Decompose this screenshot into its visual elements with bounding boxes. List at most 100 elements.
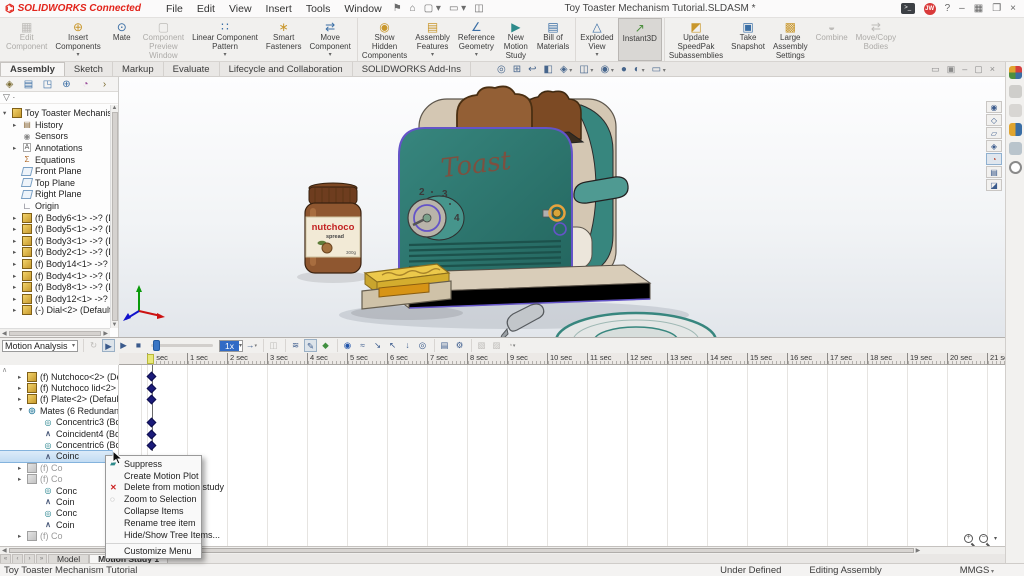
animation-wizard-button[interactable]: ≋: [285, 339, 302, 352]
command-tab[interactable]: Evaluate: [164, 62, 220, 76]
zoom-to-area-icon[interactable]: ⊞: [513, 64, 521, 75]
ribbon-button[interactable]: ▣ Take Snapshot: [727, 18, 769, 61]
ribbon-button[interactable]: ⇄ Move Component: [305, 18, 354, 61]
doc-min-icon[interactable]: –: [962, 64, 967, 74]
command-tab[interactable]: Markup: [113, 62, 164, 76]
ribbon-button[interactable]: ◒ Combine: [812, 18, 852, 61]
ribbon-button[interactable]: ▶ New Motion Study: [499, 18, 533, 61]
folder-icon[interactable]: ▱: [986, 127, 1002, 139]
dimxpert-tab-icon[interactable]: ⊕: [57, 79, 76, 90]
command-tab[interactable]: Lifecycle and Collaboration: [220, 62, 353, 76]
save-icon[interactable]: ◫: [474, 3, 483, 14]
tree-vertical-scrollbar[interactable]: ▲▼: [110, 105, 118, 328]
feature-tree-item[interactable]: ▸ (f) Body8<1> ->? (Default) <<D: [0, 281, 118, 293]
time-bar[interactable]: [147, 354, 154, 364]
expand-arrow-icon[interactable]: ▸: [17, 408, 25, 414]
graphics-viewport[interactable]: Toast 2 3 4: [119, 77, 1005, 337]
keyframe-diamond[interactable]: [147, 384, 157, 394]
timeline-canvas[interactable]: + − ▾: [119, 365, 1005, 546]
command-tab[interactable]: Sketch: [65, 62, 113, 76]
sim-results-button[interactable]: ◔: [505, 339, 518, 352]
nutchoco-jar[interactable]: nutchoco spread 300g: [305, 183, 361, 273]
playback-speed-slider[interactable]: [151, 344, 213, 347]
layout-button[interactable]: ▦: [974, 3, 983, 14]
threedexperience-icon[interactable]: [1009, 66, 1022, 79]
context-menu-item[interactable]: Customize Menu: [106, 543, 201, 557]
custom-properties-icon[interactable]: [1009, 142, 1022, 155]
menubar-item[interactable]: Tools: [306, 3, 331, 15]
motion-tree-row[interactable]: ▸ (f) Nutchoco lid<2> (Defau: [0, 382, 118, 393]
expand-arrow-icon[interactable]: ▸: [18, 384, 24, 392]
keyframe-diamond[interactable]: [147, 430, 157, 440]
lever-knob[interactable]: [553, 209, 561, 217]
feature-tree-item[interactable]: ▸ Origin: [0, 200, 118, 212]
study-properties-button[interactable]: ⚙: [453, 339, 466, 352]
feature-tree-item[interactable]: ▸ Right Plane: [0, 189, 118, 201]
ribbon-button[interactable]: ◩ Update SpeedPak Subassemblies: [664, 18, 727, 61]
slider-thumb[interactable]: [153, 340, 160, 351]
minimize-button[interactable]: –: [959, 3, 965, 14]
menubar-item[interactable]: Window: [344, 3, 381, 15]
keyframe-diamond[interactable]: [147, 372, 157, 382]
motion-tree-row[interactable]: ▸ Conc: [0, 485, 118, 496]
context-menu-item[interactable]: Create Motion Plot: [106, 470, 201, 482]
calculate-button[interactable]: ↻: [83, 339, 100, 352]
feature-tree-item[interactable]: ▸ (f) Body12<1> ->? (Default) <<: [0, 293, 118, 305]
panel-expand-icon[interactable]: ›: [95, 79, 114, 90]
menubar-item[interactable]: Insert: [266, 3, 292, 15]
propertymanager-tab-icon[interactable]: ▤: [19, 79, 38, 90]
ribbon-button[interactable]: ▢ Component Preview Window: [139, 18, 188, 61]
doc-restore-icon[interactable]: ▢: [974, 64, 983, 75]
gravity-button[interactable]: ↓: [401, 339, 414, 352]
motion-tree-row[interactable]: ▸ Mates (6 Redundancies): [0, 405, 118, 416]
zoom-to-fit-icon[interactable]: ◎: [497, 64, 506, 75]
close-button[interactable]: ×: [1010, 3, 1016, 14]
contact-button[interactable]: ◎: [416, 339, 429, 352]
units-selector[interactable]: MMGS: [960, 565, 994, 576]
configurationmanager-tab-icon[interactable]: ◳: [38, 79, 57, 90]
feature-tree-item[interactable]: ▸ (f) Body2<1> ->? (Default) <<D: [0, 247, 118, 259]
expand-arrow-icon[interactable]: ▸: [13, 295, 19, 303]
sim-setup-button[interactable]: ▧: [471, 339, 488, 352]
displaymanager-tab-icon[interactable]: ◔: [76, 79, 95, 90]
sim-run-button[interactable]: ▨: [490, 339, 503, 352]
view-settings-icon[interactable]: ▭: [652, 64, 666, 75]
context-menu-item[interactable]: Collapse Items: [106, 505, 201, 517]
keyframe-diamond[interactable]: [147, 418, 157, 428]
timeline-zoom-out-icon[interactable]: −: [979, 534, 988, 543]
autokey-button[interactable]: ✎: [304, 339, 317, 352]
playback-mode-button[interactable]: →: [245, 339, 258, 352]
file-explorer-icon[interactable]: [1009, 104, 1022, 117]
expand-arrow-icon[interactable]: ▸: [13, 144, 19, 152]
feature-tree-item[interactable]: ▸ (f) Body6<1> ->? (Default) <<D: [0, 212, 118, 224]
user-avatar[interactable]: JW: [924, 3, 936, 15]
motion-tree-row[interactable]: ▸ Coin: [0, 519, 118, 530]
featuremanager-tab-icon[interactable]: ◈: [0, 79, 19, 90]
context-menu-item[interactable]: Rename tree item: [106, 517, 201, 529]
motion-tree-row[interactable]: ▸ (f) Co: [0, 474, 118, 485]
select-cursor-button[interactable]: ↖: [386, 339, 399, 352]
feature-tree-item[interactable]: ▸ Top Plane: [0, 177, 118, 189]
expand-arrow-icon[interactable]: ▸: [13, 225, 19, 233]
feature-tree-item[interactable]: ▸ Front Plane: [0, 165, 118, 177]
navigate-icon[interactable]: ◉: [986, 101, 1002, 113]
motion-tree-row[interactable]: ▸ Concentric6 (Body8<1: [0, 439, 118, 450]
feature-tree-item[interactable]: ▸ Equations: [0, 154, 118, 166]
motion-tree-row[interactable]: ▸ (f) Nutchoco<2> (Default): [0, 371, 118, 382]
appearances-icon[interactable]: [1009, 123, 1022, 136]
add-key-button[interactable]: ◆: [319, 339, 332, 352]
command-prompt-icon[interactable]: >_: [901, 3, 915, 14]
spring-button[interactable]: ≈: [356, 339, 369, 352]
menubar-item[interactable]: View: [229, 3, 252, 15]
new-document-icon[interactable]: ▢ ▾: [424, 3, 441, 14]
motion-tree-row[interactable]: ▸ Coin: [0, 496, 118, 507]
context-menu-item[interactable]: Delete from motion study: [106, 482, 201, 494]
display-style-icon[interactable]: ◫: [579, 64, 593, 75]
expand-arrow-icon[interactable]: ▸: [18, 475, 24, 483]
appearance-target-icon[interactable]: ◔: [986, 153, 1002, 165]
motion-tree-row[interactable]: ▸ (f) Co: [0, 530, 118, 541]
save-animation-button[interactable]: ◫: [263, 339, 280, 352]
ribbon-button[interactable]: ⇄ Move/Copy Bodies: [852, 18, 900, 61]
ribbon-button[interactable]: ▩ Large Assembly Settings: [769, 18, 812, 61]
ribbon-button[interactable]: ∷ Linear Component Pattern: [188, 18, 262, 61]
